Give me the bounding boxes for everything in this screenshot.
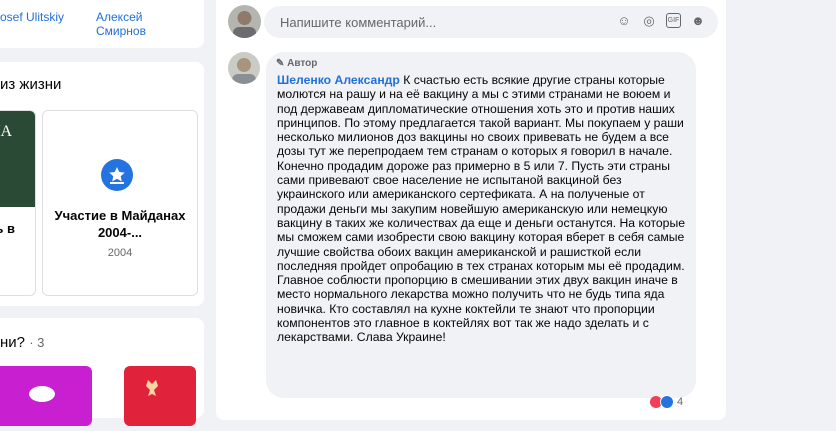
avatar[interactable] (228, 52, 260, 84)
gif-icon[interactable]: GIF (666, 13, 681, 28)
emoji-icon[interactable]: ☺ (616, 13, 632, 29)
section-title: ни? · 3 (0, 334, 44, 351)
friend-name-link[interactable]: Алексей Смирнов (96, 10, 146, 38)
comment-author-link[interactable]: Шеленко Александр (277, 73, 400, 87)
reactions-summary[interactable]: 4 (650, 395, 683, 409)
event-year: г. (0, 257, 1, 269)
question-card: ни? · 3 (0, 318, 204, 426)
pencil-icon: ✎ (276, 58, 285, 69)
comment-text: К счастью есть всякие другие страны кото… (277, 73, 685, 345)
avatar[interactable] (228, 5, 261, 38)
section-title: из жизни (0, 76, 62, 93)
sticker-icon[interactable]: ☻ (690, 13, 706, 29)
left-column: osef Ulitskiy Алексей Смирнов из жизни U… (0, 0, 204, 426)
event-title: Участие в Майданах 2004-... (54, 208, 186, 240)
comment-bubble: ✎ Автор Шеленко Александр К счастью есть… (266, 52, 696, 398)
question-count: · 3 (29, 335, 45, 350)
comment-placeholder: Напишите комментарий... (280, 15, 437, 30)
event-photo: UA (0, 111, 35, 207)
badge-label: Автор (287, 58, 318, 69)
thumbnail[interactable] (0, 366, 92, 426)
thumbnail[interactable] (124, 366, 196, 426)
photo-text: UA (0, 123, 13, 140)
life-events-card: из жизни UA ть в г. Участие в Майданах 2… (0, 62, 204, 306)
camera-icon[interactable]: ◎ (641, 13, 657, 29)
comment-input[interactable]: Напишите комментарий... ☺ ◎ GIF ☻ (264, 6, 718, 38)
comment-body: Шеленко Александр К счастью есть всякие … (277, 73, 691, 345)
friends-card: osef Ulitskiy Алексей Смирнов (0, 0, 204, 48)
star-flag-icon (101, 159, 133, 191)
event-title: ть в (0, 221, 15, 236)
author-badge: ✎ Автор (276, 58, 317, 69)
life-event-tile[interactable]: Участие в Майданах 2004-... 2004 (42, 110, 198, 296)
life-event-tile[interactable]: UA ть в г. (0, 110, 36, 296)
event-year: 2004 (107, 247, 133, 259)
question-title: ни? (0, 334, 26, 351)
friend-name-link[interactable]: osef Ulitskiy (0, 10, 64, 24)
reactions-count: 4 (677, 396, 684, 408)
like-reaction-icon (660, 395, 674, 409)
